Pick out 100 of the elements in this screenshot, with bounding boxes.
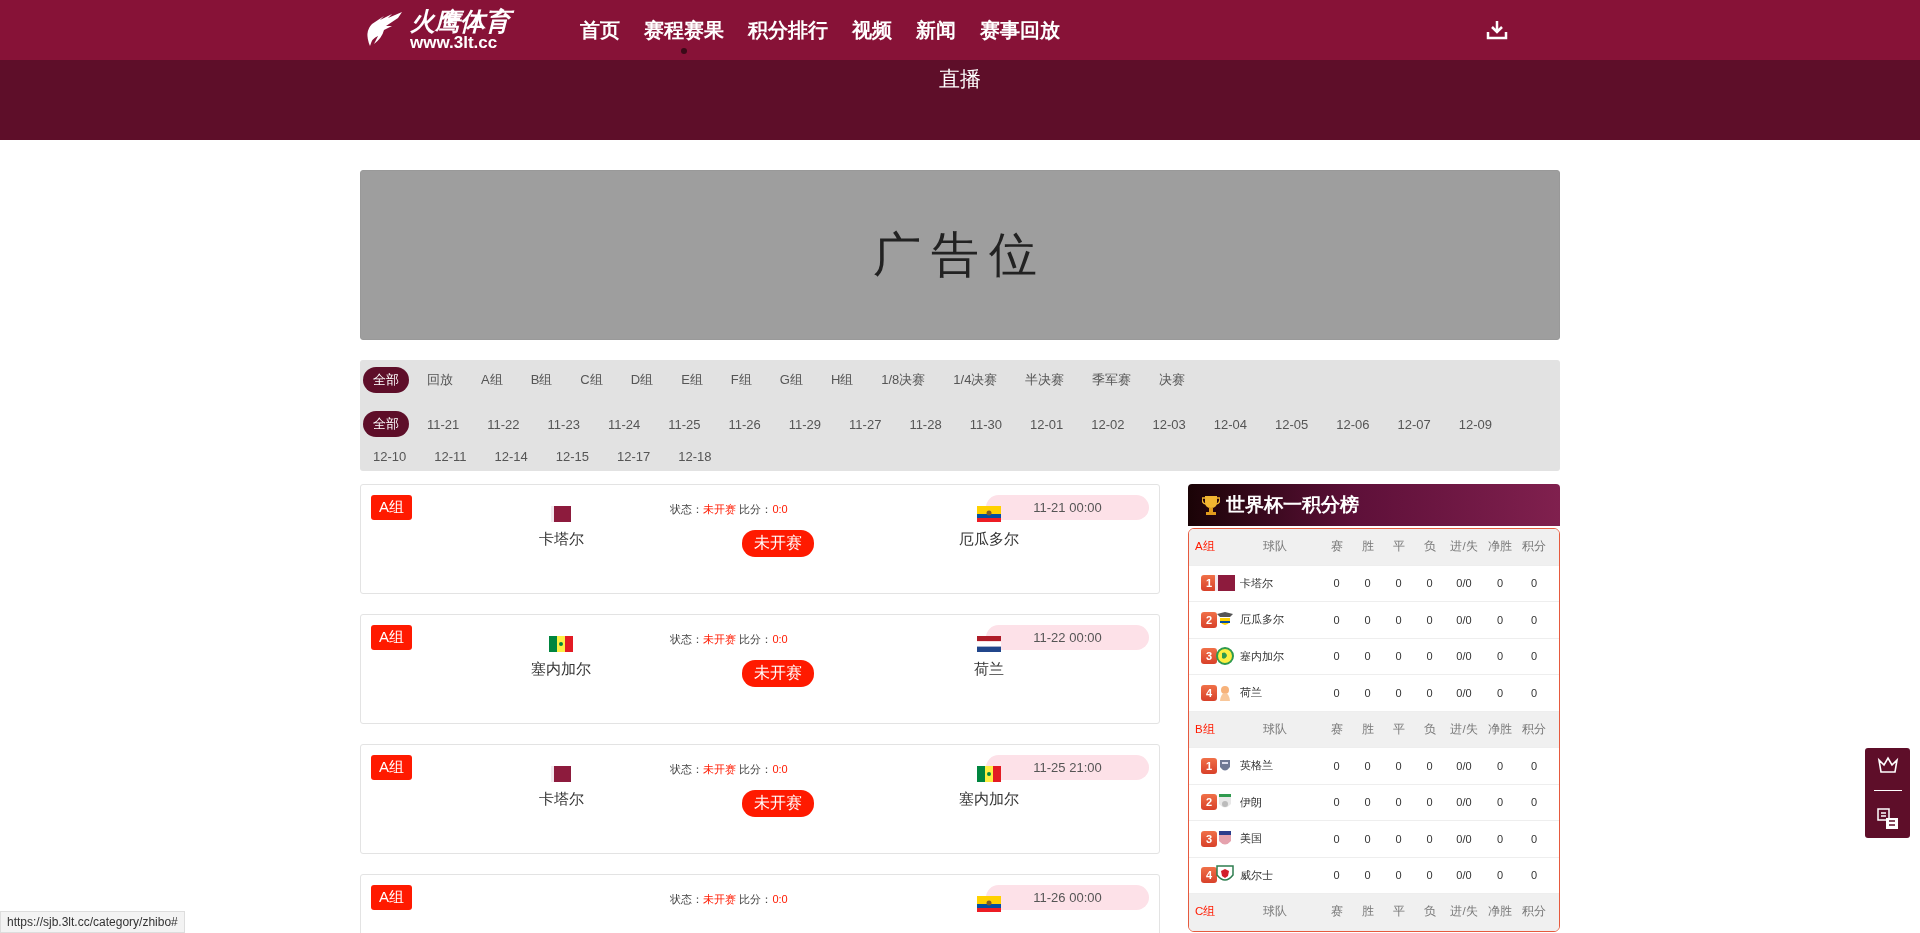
- date-filter-chip[interactable]: 11-23: [537, 411, 590, 437]
- match-state-badge: 未开赛: [741, 660, 814, 687]
- table-cell-text: 0/0: [1455, 650, 1473, 663]
- team-name: 英格兰: [1240, 758, 1273, 774]
- date-filter-chip[interactable]: 11-24: [597, 411, 651, 437]
- score-label: 比分：: [739, 893, 773, 905]
- date-filter-chip[interactable]: 11-22: [477, 411, 530, 437]
- team-name: 厄瓜多尔: [1240, 612, 1284, 628]
- date-filter-chip[interactable]: 11-28: [899, 411, 952, 437]
- table-cell-text: 0: [1495, 650, 1505, 663]
- table-cell-text: 0: [1529, 796, 1539, 809]
- group-filter-chip[interactable]: 季军赛: [1082, 367, 1142, 393]
- flag-icon: [977, 636, 1001, 652]
- group-filter-chip[interactable]: C组: [570, 367, 613, 393]
- nav-link[interactable]: 视频: [852, 6, 892, 54]
- score-value: 0:0: [772, 503, 788, 515]
- date-filter-chip[interactable]: 12-07: [1387, 411, 1441, 437]
- nav-link[interactable]: 首页: [580, 6, 620, 54]
- status-value: 未开赛: [703, 503, 737, 515]
- group-label: B组: [1194, 721, 1216, 737]
- group-filter-chip[interactable]: D组: [620, 367, 664, 393]
- status-value: 未开赛: [703, 633, 737, 645]
- group-filter-chip[interactable]: B组: [520, 367, 563, 393]
- table-cell-text: 0: [1363, 832, 1372, 845]
- date-filter-chip[interactable]: 11-21: [417, 411, 470, 437]
- table-cell-text: 0: [1394, 759, 1403, 772]
- nav-link[interactable]: 新闻: [916, 6, 956, 54]
- table-cell-text: 0: [1394, 686, 1403, 699]
- date-filter-chip[interactable]: 11-26: [718, 411, 771, 437]
- language-switch-icon[interactable]: [1876, 807, 1899, 830]
- table-cell-text: 0: [1332, 759, 1341, 772]
- match-state-badge: 未开赛: [741, 790, 814, 817]
- date-filter-chip[interactable]: 12-04: [1203, 411, 1257, 437]
- team-name: 塞内加尔: [1240, 648, 1284, 664]
- group-filter-chip[interactable]: H组: [820, 367, 864, 393]
- table-cell-text: 0: [1425, 686, 1434, 699]
- date-filter-chip[interactable]: 12-03: [1142, 411, 1196, 437]
- column-header: 平: [1391, 539, 1406, 555]
- date-filter-chip[interactable]: 11-30: [959, 411, 1012, 437]
- date-filter-chip[interactable]: 12-17: [607, 445, 661, 468]
- table-cell-text: 0/0: [1455, 832, 1473, 845]
- date-filter-chip[interactable]: 12-01: [1019, 411, 1074, 437]
- status-label: 状态：: [670, 893, 704, 905]
- nav-link[interactable]: 积分排行: [748, 6, 828, 54]
- date-filter-chip[interactable]: 12-11: [424, 445, 477, 468]
- score-label: 比分：: [739, 633, 773, 645]
- date-filter-chip[interactable]: 11-27: [839, 411, 892, 437]
- table-cell-text: 0/0: [1455, 686, 1473, 699]
- table-cell-text: 0: [1425, 832, 1434, 845]
- date-filter-chip[interactable]: 12-18: [668, 445, 722, 468]
- date-filter-chip[interactable]: 11-29: [778, 411, 832, 437]
- column-header: 胜: [1360, 721, 1375, 737]
- date-filter-chip[interactable]: 12-05: [1264, 411, 1319, 437]
- group-filter-chip[interactable]: 全部: [363, 367, 409, 393]
- table-cell-text: 0: [1363, 650, 1372, 663]
- date-filter-chip[interactable]: 12-09: [1448, 411, 1502, 437]
- status-label: 状态：: [670, 633, 704, 645]
- flag-icon: [977, 506, 1001, 522]
- column-header: 负: [1422, 539, 1437, 555]
- nav-link[interactable]: 赛事回放: [980, 6, 1060, 54]
- group-filter-chip[interactable]: E组: [671, 367, 713, 393]
- date-filter-chip[interactable]: 12-02: [1081, 411, 1135, 437]
- team-name: 伊朗: [1240, 794, 1262, 810]
- table-cell-text: 0: [1394, 650, 1403, 663]
- download-icon[interactable]: [1486, 20, 1508, 40]
- group-filter-chip[interactable]: 回放: [417, 367, 463, 393]
- date-filter-chip[interactable]: 12-06: [1326, 411, 1380, 437]
- group-filter-chip[interactable]: G组: [769, 367, 813, 393]
- column-header: 胜: [1360, 539, 1375, 555]
- table-cell-text: 0: [1425, 869, 1434, 882]
- column-header: 赛: [1329, 904, 1344, 920]
- column-header: 负: [1422, 904, 1437, 920]
- table-cell-text: 0: [1363, 759, 1372, 772]
- date-filter-chip[interactable]: 11-25: [658, 411, 711, 437]
- column-header: 球队: [1262, 721, 1288, 737]
- table-cell-text: 0: [1425, 577, 1434, 590]
- group-filter-chip[interactable]: F组: [720, 367, 762, 393]
- flag-icon: [551, 506, 571, 522]
- score-label: 比分：: [739, 503, 773, 515]
- table-cell-text: 0: [1529, 686, 1539, 699]
- group-filter-chip[interactable]: 1/8决赛: [871, 367, 936, 393]
- group-filter-chip[interactable]: A组: [471, 367, 513, 393]
- date-filter-chip[interactable]: 12-15: [545, 445, 600, 468]
- group-filter-chip[interactable]: 1/4决赛: [943, 367, 1008, 393]
- group-tag: A组: [371, 885, 412, 910]
- nav-link[interactable]: 赛程赛果: [644, 6, 724, 54]
- team-name: 卡塔尔: [1240, 575, 1273, 591]
- column-header: 积分: [1521, 904, 1547, 920]
- table-cell-text: 0: [1495, 759, 1505, 772]
- date-filter-chip[interactable]: 12-10: [363, 445, 417, 468]
- table-cell-text: 0/0: [1455, 796, 1473, 809]
- group-filter-chip[interactable]: 决赛: [1149, 367, 1196, 393]
- crown-icon[interactable]: [1876, 756, 1899, 775]
- group-filter-chip[interactable]: 半决赛: [1015, 367, 1075, 393]
- date-filter-chip[interactable]: 12-14: [484, 445, 538, 468]
- column-header: 进/失: [1449, 904, 1479, 920]
- team-name: 威尔士: [1240, 867, 1273, 883]
- date-filter-chip[interactable]: 全部: [363, 411, 409, 437]
- group-tag: A组: [371, 495, 412, 520]
- status-value: 未开赛: [703, 763, 737, 775]
